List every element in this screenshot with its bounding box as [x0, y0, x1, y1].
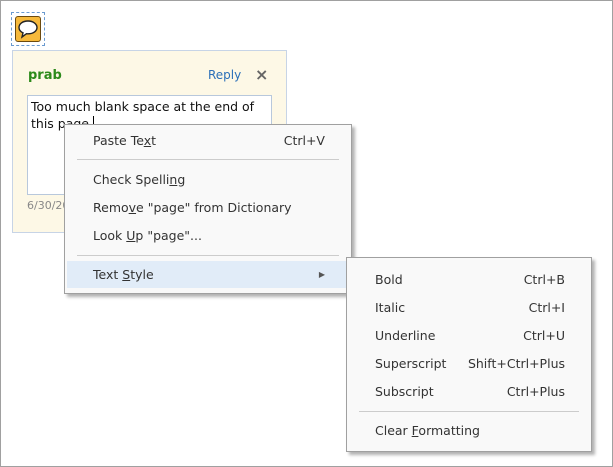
menu-item-bold[interactable]: Bold Ctrl+B	[349, 266, 589, 293]
comment-author: prab	[28, 68, 62, 83]
menu-item-look-up[interactable]: Look Up "page"...	[67, 222, 349, 249]
menu-item-text-style[interactable]: Text Style ▶	[67, 261, 349, 288]
menu-item-clear-formatting[interactable]: Clear Formatting	[349, 417, 589, 444]
menu-separator	[77, 255, 339, 256]
comment-note-icon[interactable]	[11, 12, 45, 46]
menu-item-underline[interactable]: Underline Ctrl+U	[349, 322, 589, 349]
submenu-arrow-icon: ▶	[318, 270, 325, 279]
menu-item-remove-from-dictionary[interactable]: Remove "page" from Dictionary	[67, 194, 349, 221]
menu-item-subscript[interactable]: Subscript Ctrl+Plus	[349, 378, 589, 405]
menu-separator	[77, 159, 339, 160]
reply-link[interactable]: Reply	[208, 68, 241, 82]
menu-item-check-spelling[interactable]: Check Spelling	[67, 166, 349, 193]
menu-separator	[359, 411, 579, 412]
menu-item-italic[interactable]: Italic Ctrl+I	[349, 294, 589, 321]
menu-item-paste-text[interactable]: Paste Text Ctrl+V	[67, 127, 349, 154]
shortcut: Ctrl+V	[283, 133, 325, 148]
close-icon[interactable]: ×	[255, 65, 268, 84]
text-style-submenu: Bold Ctrl+B Italic Ctrl+I Underline Ctrl+U …	[346, 257, 592, 452]
menu-item-superscript[interactable]: Superscript Shift+Ctrl+Plus	[349, 350, 589, 377]
context-menu: Paste Text Ctrl+V Check Spelling Remove "…	[64, 124, 352, 294]
